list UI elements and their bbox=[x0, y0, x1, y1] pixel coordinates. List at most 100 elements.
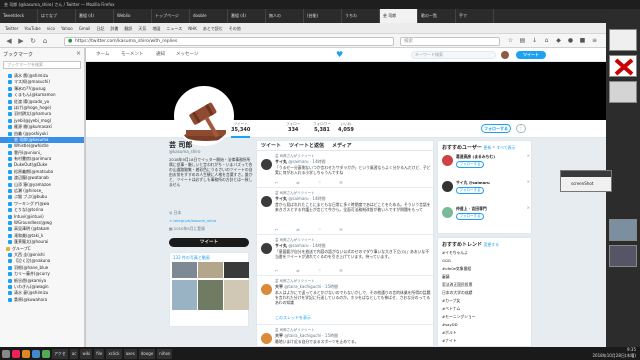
tab-media[interactable]: メディア bbox=[332, 141, 352, 150]
trend-item[interactable]: #ベトナム bbox=[442, 306, 460, 312]
terminal-icon[interactable] bbox=[32, 349, 40, 358]
media-thumbnail[interactable] bbox=[198, 280, 223, 310]
trend-item[interactable]: GGG bbox=[442, 258, 451, 263]
tab-13[interactable]: 手で bbox=[456, 9, 494, 23]
tab-9[interactable]: (芸能) bbox=[304, 9, 342, 23]
twitter-search-input[interactable]: キーワード検索 bbox=[411, 51, 496, 59]
forward-icon[interactable]: ▶ bbox=[16, 36, 26, 46]
media-thumbnail[interactable] bbox=[198, 262, 223, 278]
media-thumbnail[interactable] bbox=[224, 262, 249, 278]
bookmark-link[interactable]: あとで読む bbox=[201, 23, 225, 33]
avatar[interactable] bbox=[261, 159, 272, 170]
reply-icon[interactable]: ↩ bbox=[275, 227, 278, 232]
avatar[interactable] bbox=[442, 207, 453, 218]
tweet[interactable]: 芸 司郎さんがリツイート 大平 @taira_kachiguchi · 15時間… bbox=[257, 277, 433, 325]
tab-6[interactable]: dooble bbox=[190, 9, 228, 23]
profile-avatar[interactable] bbox=[174, 86, 234, 146]
trend-item[interactable]: 憲法改正国民投票 bbox=[442, 282, 472, 288]
bookmark-search-input[interactable]: ブックマークを検索 bbox=[3, 61, 81, 69]
start-menu-icon[interactable] bbox=[2, 349, 10, 358]
reload-icon[interactable]: ↻ bbox=[28, 36, 38, 46]
app-launcher-icon[interactable] bbox=[12, 349, 20, 358]
close-icon[interactable]: × bbox=[527, 153, 530, 158]
bookmark-link[interactable]: 辞書 bbox=[108, 23, 120, 33]
tab-5[interactable]: トップページ bbox=[152, 9, 190, 23]
reply-icon[interactable]: ↩ bbox=[275, 180, 278, 185]
tab-11-active[interactable]: 芸 司郎 bbox=[380, 9, 418, 23]
trend-item[interactable]: #ボルト bbox=[442, 330, 457, 336]
suggested-user[interactable]: 葛道高彦 (まるみちむ) フォローする × bbox=[442, 153, 530, 177]
taskbar-app[interactable]: dooge bbox=[138, 348, 156, 359]
workspace-thumbnail[interactable] bbox=[609, 29, 637, 51]
message-icon[interactable]: ✉ bbox=[339, 227, 342, 232]
extension-icon[interactable]: ● bbox=[566, 36, 575, 45]
view-all-link[interactable]: すべて表示 bbox=[497, 145, 516, 150]
tab-1[interactable]: Tweetdeck bbox=[0, 9, 38, 23]
stat-followers[interactable]: フォロワー 5,381 bbox=[313, 122, 331, 133]
tab-12[interactable]: 歌の一覧 bbox=[418, 9, 456, 23]
like-icon[interactable]: ♡ bbox=[318, 180, 322, 185]
sidebar-header[interactable]: ブックマーク bbox=[3, 51, 33, 58]
suggested-user[interactable]: 仲道上 · 吉田専門 フォローする × bbox=[442, 205, 530, 229]
star-icon[interactable]: ☆ bbox=[506, 36, 515, 45]
bookmark-link[interactable]: その他 bbox=[227, 23, 243, 33]
bookmark-link[interactable]: 地図 bbox=[150, 23, 162, 33]
screenshot-dialog[interactable]: screenShot bbox=[560, 170, 612, 192]
close-icon[interactable]: × bbox=[527, 205, 530, 210]
taskbar-app[interactable]: xclick bbox=[106, 348, 122, 359]
system-clock[interactable]: 9:35 2018年10月28日(木曜) bbox=[593, 347, 636, 359]
profile-tweet-button[interactable]: ツイート bbox=[169, 238, 249, 247]
home-icon[interactable]: ⌂ bbox=[542, 36, 551, 45]
avatar[interactable] bbox=[261, 196, 272, 207]
tab-8[interactable]: 無人の bbox=[266, 9, 304, 23]
taskbar-app[interactable]: wiki bbox=[80, 348, 93, 359]
tab-tweets-replies[interactable]: ツイートと返信 bbox=[289, 141, 324, 150]
workspace-thumbnail[interactable] bbox=[609, 81, 637, 103]
library-icon[interactable]: ▤ bbox=[518, 36, 527, 45]
media-thumbnail[interactable] bbox=[172, 262, 197, 278]
browser-search-input[interactable]: 検索 bbox=[400, 37, 500, 46]
files-icon[interactable] bbox=[42, 349, 50, 358]
workspace-thumbnail[interactable] bbox=[609, 55, 637, 77]
home-icon[interactable]: ⌂ bbox=[40, 36, 50, 46]
media-thumbnail[interactable] bbox=[224, 280, 249, 310]
bookmark-link[interactable]: YouTube bbox=[22, 23, 42, 33]
taskbar-app[interactable]: アクセ bbox=[52, 348, 68, 359]
workspace-thumbnail[interactable] bbox=[609, 245, 637, 267]
nav-notifications[interactable]: 通知 bbox=[156, 48, 165, 62]
follow-button[interactable]: フォローする bbox=[456, 187, 484, 194]
media-gallery-title[interactable]: 132 件の写真と動画 bbox=[173, 255, 210, 261]
trend-item[interactable]: #カープ女 bbox=[442, 298, 460, 304]
tab-10[interactable]: うちわ bbox=[342, 9, 380, 23]
bookmark-item[interactable]: 桑原(@kuwahara bbox=[0, 297, 84, 303]
avatar[interactable] bbox=[442, 155, 453, 166]
extension-icon[interactable]: ■ bbox=[578, 36, 587, 45]
download-icon[interactable]: ↓ bbox=[530, 36, 539, 45]
url-bar[interactable]: ● https://twitter.com/kasuma_shiro/with_… bbox=[64, 37, 394, 46]
message-icon[interactable]: ✉ bbox=[339, 180, 342, 185]
tweet[interactable]: 芸 司郎さんがリツイート サイ丸 @saimaru · 14時間 「意図要が自分… bbox=[257, 236, 433, 276]
nav-moments[interactable]: モーメント bbox=[121, 48, 143, 62]
tab-4[interactable]: Weblio bbox=[114, 9, 152, 23]
profile-website[interactable]: ∞ telegr.ph/kasumi_shiro bbox=[169, 218, 216, 223]
bookmark-link[interactable]: ニュース bbox=[164, 23, 184, 33]
taskbar-app[interactable]: nihon bbox=[157, 348, 173, 359]
bookmark-link[interactable]: 日記 bbox=[94, 23, 106, 33]
tab-7[interactable]: 番組 (4) bbox=[228, 9, 266, 23]
more-options-button[interactable]: ⋮ bbox=[516, 124, 526, 133]
trend-item[interactable]: #モーニングショー bbox=[442, 314, 476, 320]
trend-item[interactable]: 日本の大学の成績 bbox=[442, 290, 472, 296]
tweet[interactable]: 芸 司郎さんがリツイート 大平 @taira_kachiguchi · 15時間… bbox=[257, 326, 433, 346]
trend-item[interactable]: #ナイト bbox=[442, 338, 457, 344]
profile-handle[interactable]: @kasuma_shiro bbox=[169, 149, 200, 154]
avatar[interactable] bbox=[501, 51, 509, 59]
retweet-icon[interactable]: ⇄ bbox=[296, 268, 299, 273]
taskbar-app[interactable]: file bbox=[94, 348, 105, 359]
taskbar-app[interactable]: ac bbox=[69, 348, 79, 359]
media-thumbnail[interactable] bbox=[172, 280, 197, 310]
tweet[interactable]: 芸 司郎さんがリツイート サイ丸 @saimaru · 14時間 「うるせー分裏… bbox=[257, 152, 433, 188]
retweet-icon[interactable]: ⇄ bbox=[296, 180, 299, 185]
tab-3[interactable]: 番組 (4) bbox=[76, 9, 114, 23]
trend-item[interactable]: #イモちゃんよ bbox=[442, 250, 468, 256]
trend-item[interactable]: 審議 bbox=[442, 274, 450, 280]
